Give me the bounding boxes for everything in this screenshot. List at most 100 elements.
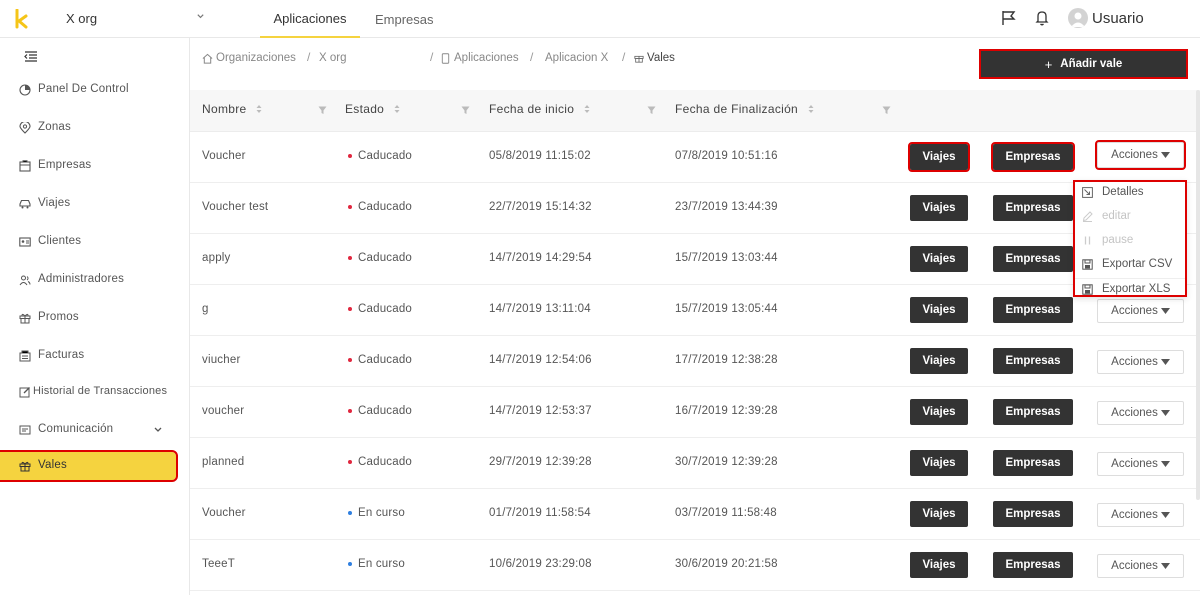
acciones-label: Acciones <box>1111 149 1158 161</box>
sort-icon[interactable] <box>584 104 590 114</box>
empresas-button[interactable]: Empresas <box>993 246 1073 272</box>
status-dot <box>348 562 352 566</box>
menu-item-detalles[interactable]: Detalles <box>1075 182 1185 204</box>
sort-icon[interactable] <box>394 104 400 114</box>
org-select[interactable]: X org <box>66 0 216 36</box>
sidebar-item-administradores[interactable]: Administradores <box>0 268 190 292</box>
start-date: 14/7/2019 14:29:54 <box>489 252 592 264</box>
empresas-button[interactable]: Empresas <box>993 552 1073 578</box>
status-dot <box>348 256 352 260</box>
breadcrumb-aplicaciones[interactable]: Aplicaciones <box>441 50 519 66</box>
add-voucher-button[interactable]: + Añadir vale <box>979 49 1188 79</box>
home-icon <box>202 53 213 64</box>
status-label: En curso <box>358 507 405 519</box>
end-date: 30/6/2019 20:21:58 <box>675 558 778 570</box>
column-header-fecha-inicio[interactable]: Fecha de inicio <box>489 102 590 116</box>
menu-item-exportar-xls[interactable]: Exportar XLS <box>1075 278 1185 300</box>
sidebar: Panel De Control Zonas Empresas Viajes C… <box>0 38 190 595</box>
filter-icon[interactable] <box>318 106 327 115</box>
sidebar-item-zonas[interactable]: Zonas <box>0 116 190 140</box>
empresas-button[interactable]: Empresas <box>993 195 1073 221</box>
tab-empresas[interactable]: Empresas <box>375 0 434 38</box>
start-date: 14/7/2019 12:53:37 <box>489 405 592 417</box>
sidebar-item-promos[interactable]: Promos <box>0 306 190 330</box>
acciones-dropdown[interactable]: Acciones <box>1095 140 1186 170</box>
breadcrumb-aplicacion-x[interactable]: Aplicacion X <box>545 50 608 66</box>
viajes-button[interactable]: Viajes <box>910 195 968 221</box>
menu-item-label: Exportar XLS <box>1102 283 1171 295</box>
start-date: 10/6/2019 23:29:08 <box>489 558 592 570</box>
empresas-button[interactable]: Empresas <box>993 450 1073 476</box>
empresas-button[interactable]: Empresas <box>993 501 1073 527</box>
breadcrumb-org[interactable]: X org <box>319 50 347 66</box>
viajes-button[interactable]: Viajes <box>910 501 968 527</box>
sidebar-item-historial[interactable]: Historial de Transacciones <box>0 380 190 404</box>
sidebar-item-facturas[interactable]: Facturas <box>0 344 190 368</box>
edit-icon <box>19 387 30 398</box>
invoice-icon <box>19 350 31 362</box>
vertical-scrollbar[interactable] <box>1196 90 1200 500</box>
filter-icon[interactable] <box>461 106 470 115</box>
flag-icon[interactable] <box>1000 9 1018 27</box>
viajes-button[interactable]: Viajes <box>908 142 970 172</box>
caret-down-icon <box>1160 563 1170 569</box>
empresas-button[interactable]: Empresas <box>993 297 1073 323</box>
sidebar-item-panel[interactable]: Panel De Control <box>0 78 190 102</box>
acciones-dropdown[interactable]: Acciones <box>1097 452 1184 476</box>
status-dot <box>348 205 352 209</box>
sidebar-item-empresas[interactable]: Empresas <box>0 154 190 178</box>
status-dot <box>348 409 352 413</box>
viajes-button[interactable]: Viajes <box>910 552 968 578</box>
sort-icon[interactable] <box>256 104 262 114</box>
breadcrumb-label: Aplicaciones <box>454 52 519 64</box>
viajes-button[interactable]: Viajes <box>910 348 968 374</box>
column-header-nombre[interactable]: Nombre <box>202 102 262 116</box>
sort-icon[interactable] <box>808 104 814 114</box>
sidebar-item-vales[interactable]: Vales <box>0 450 178 482</box>
column-header-fecha-fin[interactable]: Fecha de Finalización <box>675 102 814 116</box>
end-date: 15/7/2019 13:05:44 <box>675 303 778 315</box>
bell-icon[interactable] <box>1033 9 1051 27</box>
breadcrumb-organizaciones[interactable]: Organizaciones <box>202 50 296 66</box>
menu-item-pause[interactable]: pause <box>1075 230 1185 252</box>
table-row: g Caducado 14/7/2019 13:11:04 15/7/2019 … <box>190 285 1200 336</box>
acciones-dropdown[interactable]: Acciones <box>1097 554 1184 578</box>
viajes-button[interactable]: Viajes <box>910 450 968 476</box>
empresas-button[interactable]: Empresas <box>991 142 1075 172</box>
end-date: 15/7/2019 13:03:44 <box>675 252 778 264</box>
status-badge: Caducado <box>348 354 412 366</box>
status-label: Caducado <box>358 354 413 366</box>
acciones-dropdown[interactable]: Acciones <box>1097 350 1184 374</box>
start-date: 01/7/2019 11:58:54 <box>489 507 591 519</box>
menu-item-exportar-csv[interactable]: Exportar CSV <box>1075 254 1185 276</box>
breadcrumb-label: Aplicacion X <box>545 52 609 64</box>
acciones-dropdown[interactable]: Acciones <box>1097 299 1184 323</box>
acciones-dropdown[interactable]: Acciones <box>1097 503 1184 527</box>
app-logo-icon[interactable] <box>15 9 29 29</box>
tab-aplicaciones[interactable]: Aplicaciones <box>260 0 360 38</box>
viajes-button[interactable]: Viajes <box>910 246 968 272</box>
empresas-button[interactable]: Empresas <box>993 399 1073 425</box>
pencil-icon <box>1082 211 1093 222</box>
empresas-button[interactable]: Empresas <box>993 348 1073 374</box>
user-name: Usuario <box>1092 9 1144 27</box>
table-row: voucher Caducado 14/7/2019 12:53:37 16/7… <box>190 387 1200 438</box>
voucher-name: Voucher test <box>202 201 269 213</box>
acciones-label: Acciones <box>1111 407 1158 419</box>
menu-item-editar[interactable]: editar <box>1075 206 1185 228</box>
sidebar-item-viajes[interactable]: Viajes <box>0 192 190 216</box>
column-header-estado[interactable]: Estado <box>345 102 400 116</box>
viajes-button[interactable]: Viajes <box>910 399 968 425</box>
filter-icon[interactable] <box>647 106 656 115</box>
sidebar-item-clientes[interactable]: Clientes <box>0 230 190 254</box>
end-date: 30/7/2019 12:39:28 <box>675 456 778 468</box>
viajes-button[interactable]: Viajes <box>910 297 968 323</box>
breadcrumb-vales: Vales <box>634 50 675 66</box>
sidebar-item-comunicacion[interactable]: Comunicación <box>0 418 190 442</box>
acciones-dropdown[interactable]: Acciones <box>1097 401 1184 425</box>
caret-down-icon <box>1160 152 1170 158</box>
voucher-name: apply <box>202 252 231 264</box>
menu-collapse-icon[interactable] <box>24 51 38 63</box>
filter-icon[interactable] <box>882 106 891 115</box>
user-menu[interactable]: Usuario <box>1068 8 1144 28</box>
